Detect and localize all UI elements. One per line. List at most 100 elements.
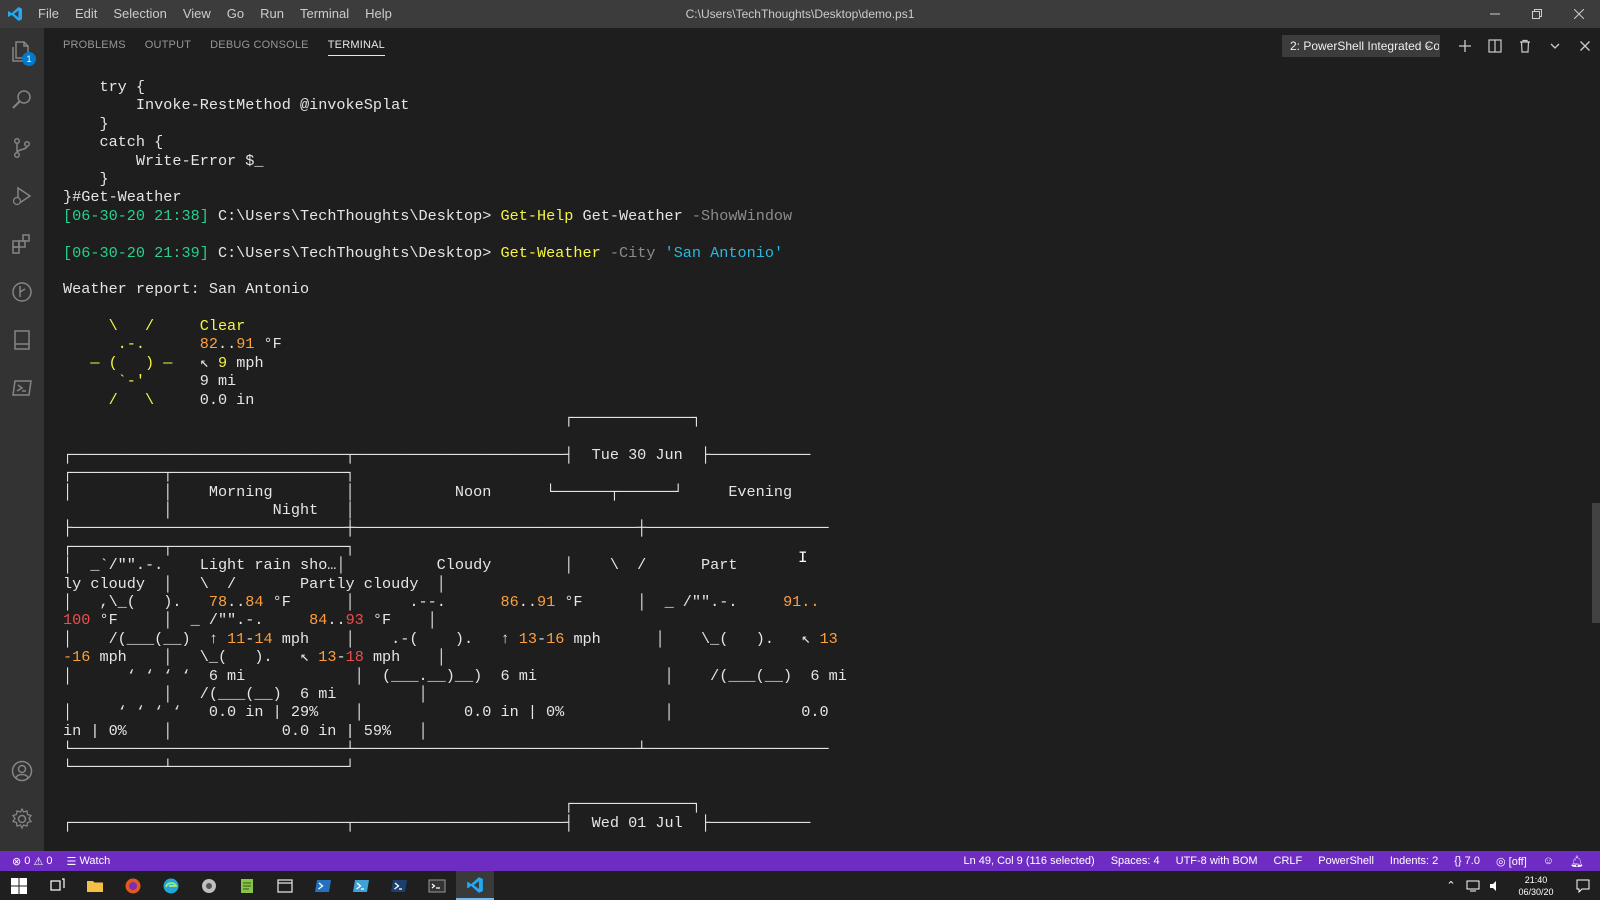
source-control-icon[interactable] bbox=[0, 124, 44, 172]
indents-setting[interactable]: Indents: 2 bbox=[1390, 855, 1438, 867]
terminal-text: try { bbox=[63, 78, 146, 96]
terminal-text: -City bbox=[600, 243, 665, 262]
vscode-icon[interactable] bbox=[456, 871, 494, 900]
terminal-text: 14 bbox=[254, 629, 273, 648]
edge-icon[interactable] bbox=[152, 871, 190, 900]
menu-terminal[interactable]: Terminal bbox=[292, 0, 357, 28]
terminal-text: 91 bbox=[236, 335, 255, 354]
terminal-scrollbar[interactable] bbox=[1592, 503, 1600, 623]
terminal-text: } bbox=[63, 114, 109, 133]
tab-debug-console[interactable]: DEBUG CONSOLE bbox=[210, 28, 309, 63]
terminal-text: °F bbox=[254, 335, 282, 354]
terminal-text: │ ,\_( ). bbox=[63, 592, 209, 611]
close-panel-button[interactable] bbox=[1570, 28, 1600, 63]
powershell-ise-icon[interactable] bbox=[342, 871, 380, 900]
task-view-icon[interactable] bbox=[38, 871, 76, 900]
settings-gear-icon[interactable] bbox=[0, 795, 44, 843]
menu-selection[interactable]: Selection bbox=[105, 0, 174, 28]
terminal-text: mph │ bbox=[363, 648, 446, 667]
powershell-version[interactable]: {} 7.0 bbox=[1454, 855, 1480, 867]
volume-icon[interactable] bbox=[1484, 880, 1506, 892]
chevron-up-icon[interactable]: ⌃ bbox=[1440, 879, 1462, 892]
terminal-text: ↖ bbox=[199, 353, 218, 372]
tab-terminal[interactable]: TERMINAL bbox=[327, 28, 386, 63]
menu-help[interactable]: Help bbox=[357, 0, 400, 28]
terminal-view[interactable]: try { Invoke-RestMethod @invokeSplat } c… bbox=[44, 63, 1600, 851]
minimize-button[interactable] bbox=[1474, 0, 1516, 28]
notifications-bell-icon[interactable]: 🔔︎ bbox=[1570, 855, 1584, 868]
tab-output[interactable]: OUTPUT bbox=[145, 28, 191, 63]
system-tray: ⌃ 21:40 06/30/20 bbox=[1440, 871, 1600, 900]
window-controls bbox=[1474, 0, 1600, 28]
terminal-text: C:\Users\TechThoughts\Desktop> bbox=[217, 243, 501, 262]
split-terminal-button[interactable] bbox=[1480, 28, 1510, 63]
restore-button[interactable] bbox=[1516, 0, 1558, 28]
terminal-text: -16 bbox=[63, 648, 91, 667]
terminal-text: 18 bbox=[345, 648, 364, 667]
terminal-text: ┌─────────────┐ bbox=[63, 795, 701, 814]
account-icon[interactable] bbox=[0, 747, 44, 795]
terminal-line: ┌──────────────────────────────┬────────… bbox=[63, 814, 847, 832]
search-icon[interactable] bbox=[0, 76, 44, 124]
powershell-icon[interactable] bbox=[304, 871, 342, 900]
powershell-core-icon[interactable] bbox=[380, 871, 418, 900]
firefox-icon[interactable] bbox=[114, 871, 152, 900]
kill-terminal-button[interactable] bbox=[1510, 28, 1540, 63]
new-terminal-button[interactable] bbox=[1450, 28, 1480, 63]
timeline-icon[interactable] bbox=[0, 268, 44, 316]
problems-status[interactable]: ⊗ 0 ⚠ 0 bbox=[12, 855, 53, 868]
window-icon[interactable] bbox=[266, 871, 304, 900]
terminal-text: Weather report: San Antonio bbox=[63, 280, 310, 299]
terminal-select[interactable]: 2: PowerShell Integrated Console ⌄ bbox=[1282, 34, 1440, 57]
activity-bar-bottom bbox=[0, 747, 44, 843]
notification-center-icon[interactable] bbox=[1566, 879, 1600, 893]
indentation-spaces[interactable]: Spaces: 4 bbox=[1111, 855, 1160, 867]
terminal-line: │ │ Morning │ Noon └──────┬──────┘ Eveni… bbox=[63, 483, 847, 501]
chevron-down-icon: ⌄ bbox=[1424, 39, 1433, 51]
end-of-line[interactable]: CRLF bbox=[1274, 855, 1303, 867]
terminal-text: ┌──────────────────────────────┬────────… bbox=[63, 813, 811, 832]
start-icon[interactable] bbox=[0, 871, 38, 900]
terminal-line: 100 °F │ _ /"".-. 84..93 °F │ bbox=[63, 611, 847, 629]
menu-run[interactable]: Run bbox=[252, 0, 292, 28]
menu-go[interactable]: Go bbox=[219, 0, 252, 28]
file-encoding[interactable]: UTF-8 with BOM bbox=[1176, 855, 1258, 867]
explorer-icon[interactable]: 1 bbox=[0, 28, 44, 76]
notebook-icon[interactable] bbox=[0, 316, 44, 364]
menu-edit[interactable]: Edit bbox=[67, 0, 105, 28]
run-debug-icon[interactable] bbox=[0, 172, 44, 220]
terminal-text: ┌──────────┬───────────────────┐ bbox=[63, 464, 355, 483]
terminal-text: ― ( ) ― bbox=[63, 353, 200, 372]
file-explorer-icon[interactable] bbox=[76, 871, 114, 900]
cursor-position[interactable]: Ln 49, Col 9 (116 selected) bbox=[963, 855, 1094, 867]
terminal-text: in | 0% │ 0.0 in | 59% │ bbox=[63, 721, 428, 740]
terminal-text: - bbox=[536, 629, 547, 648]
clock[interactable]: 21:40 06/30/20 bbox=[1506, 874, 1566, 898]
maximize-panel-button[interactable] bbox=[1540, 28, 1570, 63]
terminal-line: [06-30-20 21:39] C:\Users\TechThoughts\D… bbox=[63, 244, 847, 262]
menu-view[interactable]: View bbox=[175, 0, 219, 28]
powershell-icon[interactable] bbox=[0, 364, 44, 412]
terminal-text: │ │ Morning │ Noon └──────┬──────┘ Eveni… bbox=[63, 482, 793, 501]
extensions-icon[interactable] bbox=[0, 220, 44, 268]
terminal-text: catch { bbox=[63, 133, 164, 152]
feedback-icon[interactable]: ☺ bbox=[1543, 855, 1554, 867]
watch-status[interactable]: ☰ Watch bbox=[67, 855, 111, 868]
terminal-icon[interactable] bbox=[418, 871, 456, 900]
tab-problems[interactable]: PROBLEMS bbox=[63, 28, 126, 63]
error-count: 0 bbox=[24, 855, 31, 867]
terminal-text: │ ‘ ‘ ‘ ‘ 0.0 in | 29% │ 0.0 in | 0% │ 0… bbox=[63, 703, 829, 722]
terminal-text: - bbox=[336, 648, 346, 667]
language-mode[interactable]: PowerShell bbox=[1318, 855, 1374, 867]
network-icon[interactable] bbox=[1462, 880, 1484, 892]
app-icon[interactable] bbox=[190, 871, 228, 900]
close-button[interactable] bbox=[1558, 0, 1600, 28]
terminal-text: │ /(___(__) ↑ bbox=[63, 629, 228, 648]
live-share-status[interactable]: ◎ [off] bbox=[1496, 855, 1527, 868]
menu-file[interactable]: File bbox=[30, 0, 67, 28]
notepad-icon[interactable] bbox=[228, 871, 266, 900]
menu-bar: File Edit Selection View Go Run Terminal… bbox=[30, 0, 400, 28]
terminal-text: °F │ _ /"".-. bbox=[555, 592, 784, 611]
warning-icon: ⚠ bbox=[33, 855, 47, 868]
terminal-line: ├──────────────────────────────┼────────… bbox=[63, 519, 847, 537]
